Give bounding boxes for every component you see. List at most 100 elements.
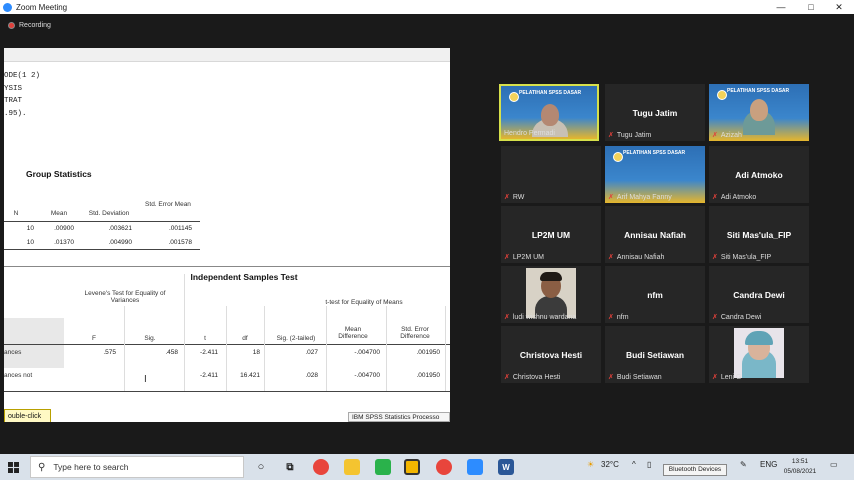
participant-tile-tugu-jatim[interactable]: Tugu Jatim ✗ Tugu Jatim: [605, 84, 705, 141]
chrome-icon-2[interactable]: [436, 459, 452, 475]
participant-label: ✗ LP2M UM: [504, 253, 544, 262]
start-button[interactable]: [0, 454, 26, 480]
participant-label: ✗ Candra Dewi: [712, 313, 762, 322]
activate-tooltip: ouble-click to activate: [4, 409, 51, 422]
participant-face: [541, 104, 559, 126]
table-rule: [4, 249, 200, 250]
table-rule: [4, 391, 450, 392]
gs-header-mean: Mean: [50, 210, 68, 217]
participant-tile-lp2m-um[interactable]: LP2M UM ✗ LP2M UM: [501, 206, 601, 263]
meeting-stage: Recording ODE(1 2) YSIS TRAT .95). Group…: [0, 14, 854, 454]
zoom-app-icon: [3, 2, 12, 12]
syntax-line: ODE(1 2): [4, 72, 41, 80]
participant-tile-siti-masula[interactable]: Siti Mas'ula_FIP ✗ Siti Mas'ula_FIP: [709, 206, 809, 263]
gs-cell: .004990: [108, 239, 133, 246]
bluetooth-tooltip: Bluetooth Devices: [663, 464, 727, 476]
participant-label: ✗ Leni G: [712, 373, 742, 382]
participant-tile-annisau-nafiah[interactable]: Annisau Nafiah ✗ Annisau Nafiah: [605, 206, 705, 263]
participant-label: ✗ Azizah: [712, 131, 742, 140]
participant-tile-ludi-wishnu-wardana[interactable]: ✗ ludi wishnu wardana: [501, 266, 601, 323]
participant-tile-budi-setiawan[interactable]: Budi Setiawan ✗ Budi Setiawan: [605, 326, 705, 383]
syntax-line: .95).: [4, 109, 27, 118]
gs-cell: 10: [26, 239, 34, 246]
close-button[interactable]: ✕: [824, 0, 854, 14]
word-icon[interactable]: W: [498, 459, 514, 475]
pen-icon[interactable]: ✎: [740, 460, 747, 469]
mic-muted-icon: ✗: [712, 374, 718, 381]
ist-cell: .027: [305, 349, 318, 356]
notification-icon[interactable]: ▭: [830, 460, 838, 469]
mic-muted-icon: ✗: [608, 132, 614, 139]
participant-tile-adi-atmoko[interactable]: Adi Atmoko ✗ Adi Atmoko: [709, 146, 809, 203]
participant-name: Christova Hesti: [512, 373, 561, 381]
levene-header: Levene's Test for Equality of Variances: [84, 290, 166, 304]
participant-name: RW: [512, 193, 525, 201]
mic-muted-icon: ✗: [608, 314, 614, 321]
weather-icon[interactable]: ☀: [587, 460, 594, 469]
video-banner-text: PELATIHAN SPSS DASAR: [623, 150, 686, 156]
col-header-t: t: [204, 335, 206, 342]
cortana-icon[interactable]: ○: [253, 459, 269, 475]
participant-tile-hendro-permadi[interactable]: PELATIHAN SPSS DASAR Hendro Permadi: [499, 84, 599, 141]
clock-date: 05/08/2021: [783, 468, 817, 475]
taskbar-search-input[interactable]: ⚲ Type here to search: [30, 456, 244, 478]
search-icon: ⚲: [38, 461, 46, 473]
mic-muted-icon: ✗: [712, 194, 718, 201]
language-indicator[interactable]: ENG: [760, 460, 777, 469]
mic-muted-icon: ✗: [504, 314, 510, 321]
participant-photo: [526, 268, 576, 318]
col-header-std-error-difference: Std. Error Difference: [400, 326, 430, 340]
minimize-button[interactable]: —: [766, 0, 796, 14]
syntax-log: ODE(1 2) YSIS TRAT .95).: [4, 70, 40, 120]
participant-name: Hendro Permadi: [504, 130, 555, 137]
mic-muted-icon: ✗: [608, 194, 614, 201]
participant-name: Candra Dewi: [720, 313, 762, 321]
task-view-icon[interactable]: ⧉: [282, 459, 298, 475]
battery-icon[interactable]: ▯: [647, 460, 651, 469]
participant-name: ludi wishnu wardana: [512, 313, 577, 321]
weather-temperature[interactable]: 32°C: [601, 460, 619, 469]
participant-name: Siti Mas'ula_FIP: [720, 253, 772, 261]
shared-screen[interactable]: ODE(1 2) YSIS TRAT .95). Group Statistic…: [4, 48, 450, 422]
row-label-column: [4, 318, 64, 368]
sticky-app-icon[interactable]: [404, 459, 420, 475]
gs-cell: .001145: [168, 225, 192, 232]
syntax-line: YSIS: [4, 84, 23, 93]
table-divider: [445, 306, 446, 392]
mic-muted-icon: ✗: [608, 254, 614, 261]
table-divider: [226, 306, 227, 392]
participant-tile-arif-mahya-fanny[interactable]: PELATIHAN SPSS DASAR ✗ Arif Mahya Fanny: [605, 146, 705, 203]
participant-tile-nfm[interactable]: nfm ✗ nfm: [605, 266, 705, 323]
participant-face: [750, 99, 768, 121]
participant-name: nfm: [616, 313, 629, 321]
gs-header-std-deviation: Std. Deviation: [88, 210, 130, 217]
ist-cell: .458: [165, 349, 178, 356]
table-divider: [264, 306, 265, 392]
table-rule: [4, 266, 450, 267]
independent-test-title: Independent Samples Test: [190, 272, 298, 282]
mic-muted-icon: ✗: [504, 194, 510, 201]
participant-tile-leni-g[interactable]: ✗ Leni G: [709, 326, 809, 383]
participant-tile-rw[interactable]: ✗ RW: [501, 146, 601, 203]
table-divider: [386, 306, 387, 392]
zoom-taskbar-icon[interactable]: [467, 459, 483, 475]
mic-muted-icon: ✗: [712, 132, 718, 139]
participant-tile-azizah[interactable]: PELATIHAN SPSS DASAR ✗ Azizah: [709, 84, 809, 141]
chevron-up-icon[interactable]: ^: [632, 460, 636, 469]
recording-indicator[interactable]: Recording: [8, 22, 51, 29]
participant-label: ✗ Arif Mahya Fanny: [608, 193, 672, 202]
file-explorer-icon[interactable]: [344, 459, 360, 475]
chrome-icon[interactable]: [313, 459, 329, 475]
col-header-sig-2-tailed: Sig. (2-tailed): [276, 335, 316, 342]
line-app-icon[interactable]: [375, 459, 391, 475]
ist-cell: -2.411: [200, 349, 218, 356]
col-header-sig: Sig.: [144, 335, 156, 342]
gs-cell: .003621: [108, 225, 133, 232]
maximize-button[interactable]: □: [796, 0, 826, 14]
table-divider: [124, 306, 125, 392]
system-clock[interactable]: 13:51 05/08/2021: [780, 457, 820, 477]
participant-tile-candra-dewi[interactable]: Candra Dewi ✗ Candra Dewi: [709, 266, 809, 323]
ist-cell: .001950: [416, 372, 441, 379]
participant-name: Leni G: [720, 373, 742, 381]
participant-tile-christova-hesti[interactable]: Christova Hesti ✗ Christova Hesti: [501, 326, 601, 383]
